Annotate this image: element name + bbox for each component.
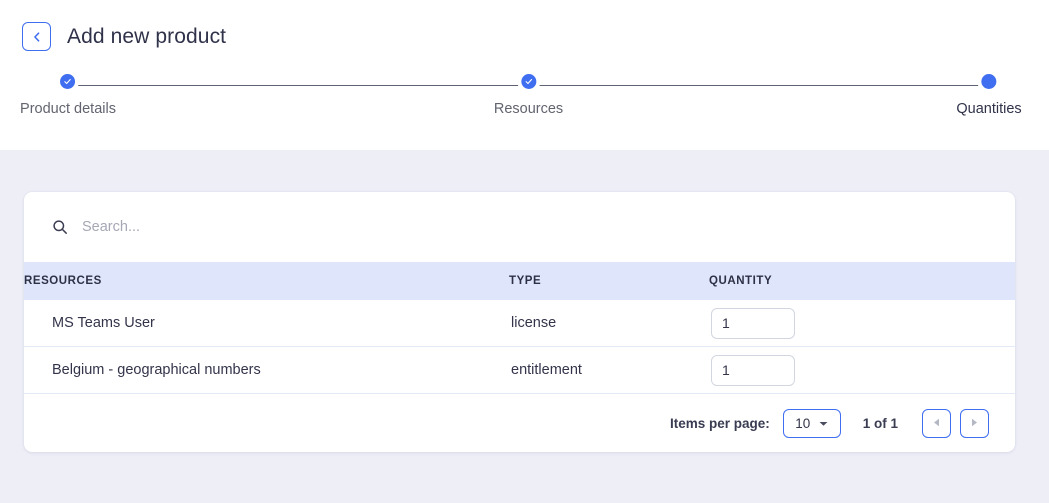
cell-resource-quantity	[709, 346, 1015, 394]
page-size-value: 10	[795, 415, 811, 431]
table-header-row: RESOURCES TYPE QUANTITY	[24, 262, 1015, 300]
stepper-label-resources: Resources	[493, 101, 564, 117]
cell-resource-quantity	[709, 300, 1015, 347]
triangle-right-icon	[971, 414, 978, 432]
triangle-left-icon	[933, 414, 940, 432]
page-size-select[interactable]: 10	[782, 408, 841, 438]
stepper-step-quantities[interactable]: Quantities	[956, 74, 1022, 117]
stepper: Product details Resources Quantities	[20, 74, 1022, 134]
table-body: MS Teams User license Belgium - geograph…	[24, 300, 1015, 394]
stepper-label-product-details: Product details	[20, 101, 116, 117]
next-page-button[interactable]	[960, 408, 989, 438]
pagination-bar: Items per page: 10 1 of 1	[24, 394, 1015, 452]
column-header-type: TYPE	[509, 262, 709, 300]
table-row: MS Teams User license	[24, 300, 1015, 347]
chevron-left-icon	[31, 31, 43, 43]
stepper-label-quantities: Quantities	[956, 101, 1022, 117]
header-top-row: Add new product	[0, 0, 1049, 51]
page-title: Add new product	[67, 24, 227, 48]
page-range-label: 1 of 1	[862, 415, 898, 431]
quantity-input[interactable]	[711, 354, 795, 386]
cell-resource-name: MS Teams User	[24, 300, 509, 347]
cell-resource-type: entitlement	[509, 346, 709, 394]
stepper-step-product-details[interactable]: Product details	[20, 74, 116, 117]
items-per-page-label: Items per page:	[669, 415, 770, 431]
step-dot-active	[981, 74, 997, 89]
column-header-resources: RESOURCES	[24, 262, 509, 300]
previous-page-button[interactable]	[922, 408, 951, 438]
check-icon	[63, 77, 72, 86]
resources-card: RESOURCES TYPE QUANTITY MS Teams User li…	[24, 192, 1015, 452]
column-header-quantity: QUANTITY	[709, 262, 1015, 300]
table-header: RESOURCES TYPE QUANTITY	[24, 262, 1015, 300]
cell-resource-type: license	[509, 300, 709, 347]
stepper-step-resources[interactable]: Resources	[494, 74, 563, 117]
page-header: Add new product Product details Resource…	[0, 0, 1049, 150]
check-icon	[524, 77, 533, 86]
step-dot-completed	[60, 74, 76, 89]
back-button[interactable]	[22, 22, 51, 51]
table-row: Belgium - geographical numbers entitleme…	[24, 346, 1015, 394]
search-input[interactable]	[82, 219, 987, 235]
quantity-input[interactable]	[711, 307, 795, 339]
resources-table: RESOURCES TYPE QUANTITY MS Teams User li…	[24, 262, 1015, 394]
step-dot-completed	[521, 74, 536, 89]
search-row	[24, 192, 1015, 262]
search-icon	[52, 219, 68, 235]
chevron-down-icon	[819, 414, 828, 432]
main-content: RESOURCES TYPE QUANTITY MS Teams User li…	[0, 150, 1049, 452]
cell-resource-name: Belgium - geographical numbers	[24, 346, 509, 394]
